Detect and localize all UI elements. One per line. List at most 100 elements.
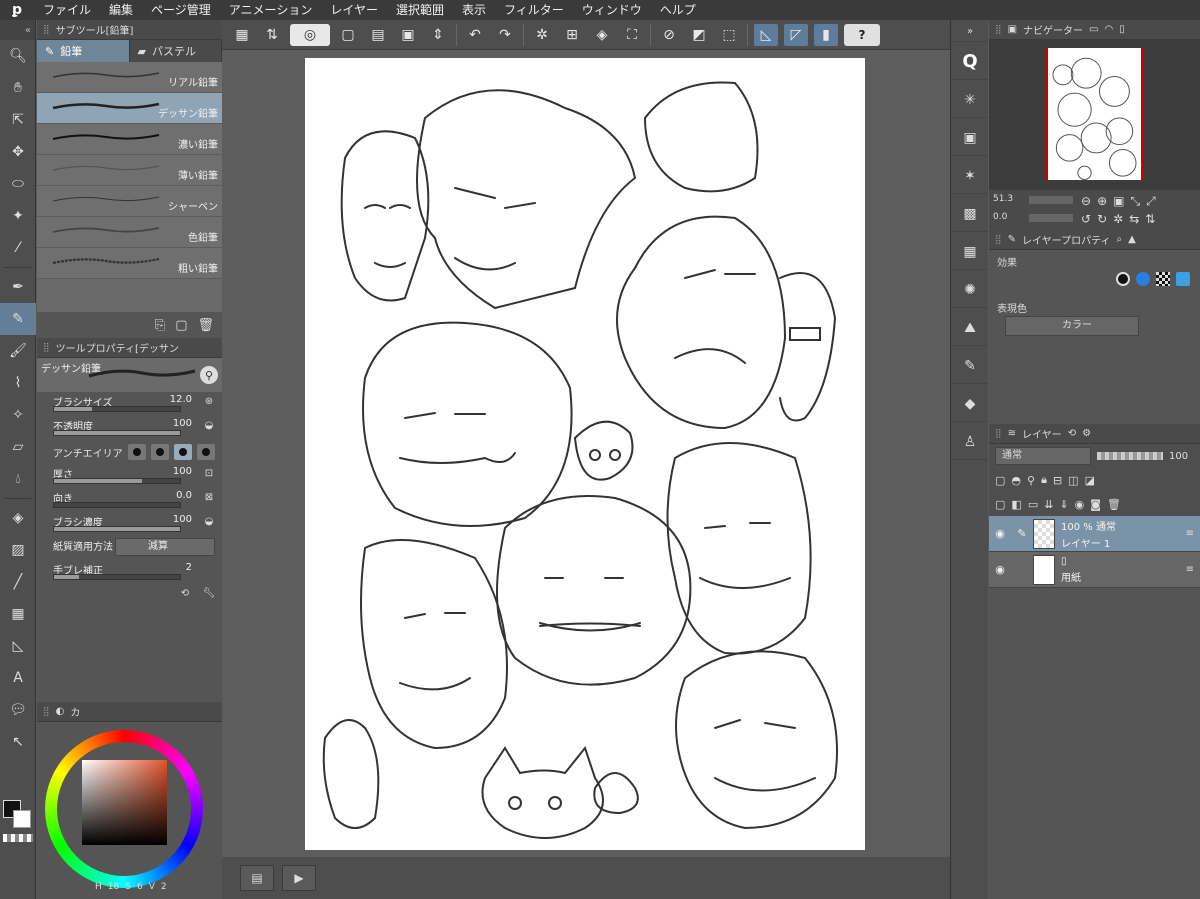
menu-layer[interactable]: レイヤー [321,0,387,20]
material-pose-icon[interactable]: ♙ [952,424,988,460]
material-background-icon[interactable]: ⛰ [952,310,988,346]
tab-pastel[interactable]: ▰ パステル [130,40,222,62]
color-wheel-tab-icon[interactable]: ◐ [56,706,65,717]
transparent-color-swatch[interactable] [3,834,33,842]
delete-subtool-icon[interactable]: 🗑︎ [197,318,214,333]
panel-grip-icon[interactable]: ⣿ [43,25,50,35]
border-effect-icon[interactable] [1116,272,1130,286]
brush-size-slider[interactable] [53,406,181,412]
reset-rotation-icon[interactable]: ✲ [1113,212,1123,226]
layer-color-icon[interactable] [1176,272,1190,286]
new-vector-layer-icon[interactable]: ◧ [1011,498,1021,511]
help-button[interactable]: ? [844,23,880,46]
eyedropper-tool-icon[interactable]: ⁄ [0,232,36,264]
layer-menu-icon[interactable]: ≡ [1186,528,1194,539]
menu-filter[interactable]: フィルター [495,0,573,20]
frame-tool-icon[interactable]: ▦ [0,598,36,630]
collapse-right-icon[interactable]: » [952,22,988,42]
brush-item-mechanical-pencil[interactable]: シャーペン [37,186,222,217]
item-bank-tab-icon[interactable]: ▯ [1119,24,1125,35]
clip-layer-icon[interactable]: ◓ [1011,474,1021,487]
select-all-icon[interactable]: ⬚ [717,24,741,46]
animation-cels-tab-icon[interactable]: ▲ [1128,234,1136,245]
ruler-enable-icon[interactable]: ◪ [1085,474,1095,487]
undo-icon[interactable]: ↶ [463,24,487,46]
direction-options-icon[interactable]: ⊠ [202,492,216,506]
open-file-icon[interactable]: ▤ [366,24,390,46]
create-mask-icon[interactable]: ◉ [1075,498,1085,511]
reset-icon[interactable]: ⟲ [178,588,192,602]
navigator-tab-icon[interactable]: ▣ [1008,24,1017,35]
density-pressure-icon[interactable]: ◒ [202,516,216,530]
menu-file[interactable]: ファイル [34,0,100,20]
material-3d-icon[interactable]: ◆ [952,386,988,422]
blend-tool-icon[interactable]: 💧︎ [0,463,36,495]
fill-sparkle-icon[interactable]: ✲ [530,24,554,46]
opacity-slider[interactable] [53,430,181,436]
menu-animation[interactable]: アニメーション [220,0,322,20]
saturation-value-square[interactable] [82,760,167,845]
text-tool-icon[interactable]: A [0,662,36,694]
brush-item-dessin-pencil[interactable]: デッサン鉛筆 [37,93,222,124]
correction-tool-icon[interactable]: ↖ [0,726,36,758]
quick-access-icon[interactable]: ⇅ [260,24,284,46]
magnify-icon[interactable]: ⚲ [200,366,218,384]
material-tone-icon[interactable]: ▩ [952,196,988,232]
layerprop-tab-icon[interactable]: ✎ [1008,234,1016,245]
zoom-slider[interactable] [1029,196,1073,204]
clear-outside-icon[interactable]: ◩ [687,24,711,46]
visibility-eye-icon[interactable]: ◉ [989,527,1011,540]
sub-color-swatch[interactable] [13,810,31,828]
quick-access-panel-icon[interactable]: Q [952,44,988,80]
merge-down-icon[interactable]: ⇓ [1059,498,1068,511]
app-logo-icon[interactable]: ꝑ [0,0,34,20]
zoom-in-icon[interactable]: ⊕ [1097,194,1107,209]
operation-tool-icon[interactable]: ⇱ [0,104,36,136]
info-tab-icon[interactable]: ◠ [1105,24,1114,35]
new-subtool-icon[interactable]: ▢ [175,318,187,333]
flip-horizontal-icon[interactable]: ⇆ [1129,212,1139,226]
auto-action-tab-icon[interactable]: ⚙ [1082,428,1091,439]
snap-special-ruler-icon[interactable]: ◸ [784,23,808,46]
airbrush-tool-icon[interactable]: ⌇ [0,367,36,399]
material-pattern-icon[interactable]: ✶ [952,158,988,194]
blend-mode-select[interactable]: 通常 [995,447,1091,465]
gradient-tool-icon[interactable]: ▨ [0,534,36,566]
figure-tool-icon[interactable]: ╱ [0,566,36,598]
panel-grip-icon[interactable]: ⣿ [995,429,1002,439]
layer-color-icon[interactable]: ▢ [995,474,1005,487]
new-file-icon[interactable]: ▢ [336,24,360,46]
pressure-icon[interactable]: ◒ [202,420,216,434]
transform-icon[interactable]: ⊞ [560,24,584,46]
timeline-icon[interactable]: ▤ [240,865,274,891]
direction-slider[interactable] [53,502,181,508]
snap-grid-icon[interactable]: ▮ [814,23,838,46]
fill-bucket-icon[interactable]: ◈ [590,24,614,46]
zoom-tool-icon[interactable]: 🔍︎ [0,40,36,72]
panel-grip-icon[interactable]: ⣿ [995,25,1002,35]
menu-page[interactable]: ページ管理 [142,0,220,20]
auto-select-tool-icon[interactable]: ✦ [0,200,36,232]
antialias-strong[interactable] [196,444,215,460]
hand-tool-icon[interactable]: ✋︎ [0,72,36,104]
save-options-icon[interactable]: ⇕ [426,24,450,46]
material-manga-icon[interactable]: ▦ [952,234,988,270]
eraser-tool-icon[interactable]: ▱ [0,431,36,463]
extract-line-icon[interactable] [1136,272,1150,286]
layout-grid-icon[interactable]: ▦ [230,24,254,46]
thickness-options-icon[interactable]: ⊡ [202,468,216,482]
visibility-eye-icon[interactable]: ◉ [989,563,1011,576]
panel-grip-icon[interactable]: ⣿ [43,343,50,353]
antialias-none[interactable] [127,444,146,460]
fill-tool-icon[interactable]: ◈ [0,502,36,534]
brush-item-dark-pencil[interactable]: 濃い鉛筆 [37,124,222,155]
wrench-icon[interactable]: 🔧︎ [202,588,216,602]
brush-tool-icon[interactable]: 🖌︎ [0,335,36,367]
delete-layer-icon[interactable]: 🗑︎ [1107,498,1121,511]
flip-vertical-icon[interactable]: ⇅ [1145,212,1155,226]
transfer-down-icon[interactable]: ⇊ [1044,498,1053,511]
drawing-canvas[interactable] [305,58,865,850]
fit-window-icon[interactable]: ⤡ [1130,194,1140,209]
search-layer-tab-icon[interactable]: ⌕ [1116,234,1122,245]
stabilize-slider[interactable] [53,574,181,580]
